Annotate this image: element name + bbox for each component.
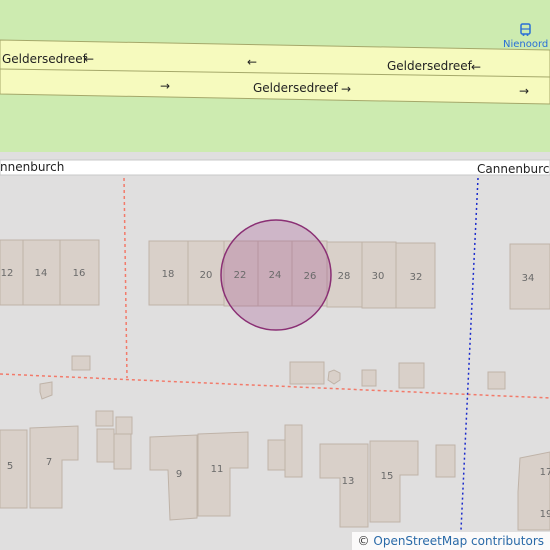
street-label-cannenburch-right: Cannenburch [477, 162, 550, 176]
street-label-geldersedreef-top-left: Geldersedreef [2, 52, 88, 66]
house-number: 26 [304, 271, 317, 282]
one-way-arrow: ← [84, 52, 94, 66]
house-number: 7 [46, 457, 52, 468]
house-number: 5 [7, 461, 13, 472]
one-way-arrow: ← [247, 55, 257, 69]
house-number: 9 [176, 469, 182, 480]
one-way-arrow: → [519, 84, 529, 98]
house-number: 14 [35, 268, 48, 279]
house-number: 15 [381, 471, 394, 482]
house-number: 30 [372, 271, 385, 282]
house-number: 11 [211, 464, 224, 475]
one-way-arrow: → [341, 82, 351, 96]
house-number: 13 [342, 476, 355, 487]
map-canvas[interactable]: Geldersedreef ← ← Geldersedreef ← → Geld… [0, 0, 550, 550]
house-number: 19 [540, 509, 550, 520]
bus-stop-label: Nienoord [503, 39, 548, 50]
house-number: 28 [338, 271, 351, 282]
one-way-arrow: → [160, 79, 170, 93]
one-way-arrow: ← [471, 60, 481, 74]
map-attribution: © OpenStreetMap contributors [351, 532, 550, 550]
house-number: 20 [200, 270, 213, 281]
street-label-geldersedreef-bottom: Geldersedreef [253, 81, 339, 95]
house-number: 32 [410, 272, 423, 283]
copyright-symbol: © [357, 534, 370, 548]
house-number-selected: 24 [269, 270, 282, 281]
side-street[interactable] [0, 159, 550, 176]
residential-area [0, 152, 550, 550]
house-number: 22 [234, 270, 247, 281]
osm-contributors-link[interactable]: OpenStreetMap contributors [373, 534, 544, 548]
house-number: 17 [540, 467, 550, 478]
street-label-cannenburch-left: nnenburch [0, 160, 64, 174]
house-number: 12 [1, 268, 14, 279]
house-number: 18 [162, 269, 175, 280]
house-number: 16 [73, 268, 86, 279]
house-number: 34 [522, 273, 535, 284]
street-label-geldersedreef-top-right: Geldersedreef [387, 59, 473, 73]
